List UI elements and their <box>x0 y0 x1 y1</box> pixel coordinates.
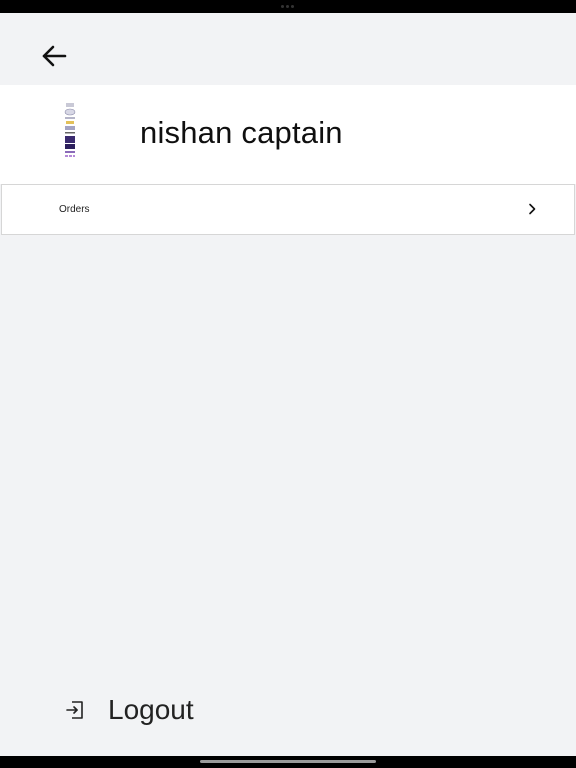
avatar <box>64 103 76 157</box>
back-arrow-icon <box>42 45 67 67</box>
menu-item-orders[interactable]: Orders <box>1 184 575 235</box>
logout-button[interactable]: Logout <box>64 690 194 730</box>
profile-name: nishan captain <box>140 115 343 150</box>
menu-item-label: Orders <box>59 204 90 215</box>
logout-icon <box>66 701 83 719</box>
header <box>0 13 576 85</box>
profile-card: nishan captain <box>0 85 576 184</box>
bottom-bar <box>0 756 576 768</box>
home-indicator[interactable] <box>200 760 376 763</box>
back-button[interactable] <box>36 39 72 73</box>
chevron-right-icon <box>529 203 536 215</box>
camera-indicator <box>281 5 295 8</box>
logout-label: Logout <box>108 694 194 725</box>
status-bar <box>0 0 576 13</box>
